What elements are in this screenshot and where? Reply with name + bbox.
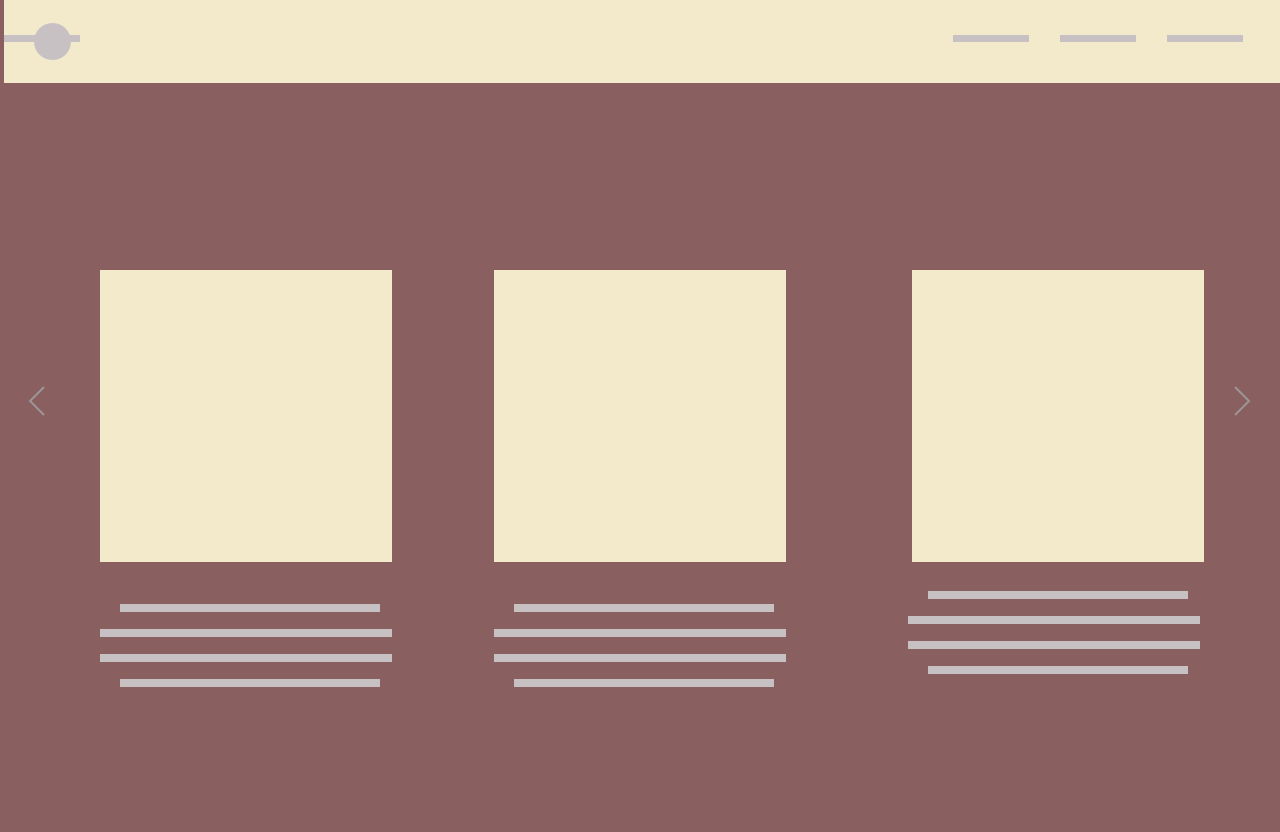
card-image — [494, 270, 786, 562]
card-text-line — [514, 679, 774, 687]
carousel-card-1[interactable] — [100, 270, 392, 687]
page — [0, 0, 1280, 832]
carousel-card-3[interactable] — [908, 270, 1204, 674]
carousel-card-2[interactable] — [494, 270, 786, 687]
card-text-line — [494, 654, 786, 662]
nav-item-2[interactable] — [1060, 35, 1136, 42]
card-text-line — [120, 604, 380, 612]
card-image — [100, 270, 392, 562]
card-image — [912, 270, 1204, 562]
nav-item-1[interactable] — [953, 35, 1029, 42]
card-text-line — [494, 629, 786, 637]
card-text-line — [100, 654, 392, 662]
nav-item-3[interactable] — [1167, 35, 1243, 42]
card-text-line — [928, 666, 1188, 674]
chevron-right-icon — [1234, 386, 1251, 416]
card-text-line — [908, 641, 1200, 649]
card-text-line — [928, 591, 1188, 599]
card-text-line — [908, 616, 1200, 624]
nav-item-4[interactable] — [4, 35, 80, 42]
header — [4, 0, 1280, 83]
carousel-prev-button[interactable] — [27, 385, 47, 417]
card-text-line — [120, 679, 380, 687]
card-text-line — [514, 604, 774, 612]
card-text-line — [100, 629, 392, 637]
chevron-left-icon — [28, 386, 45, 416]
carousel-next-button[interactable] — [1232, 385, 1252, 417]
